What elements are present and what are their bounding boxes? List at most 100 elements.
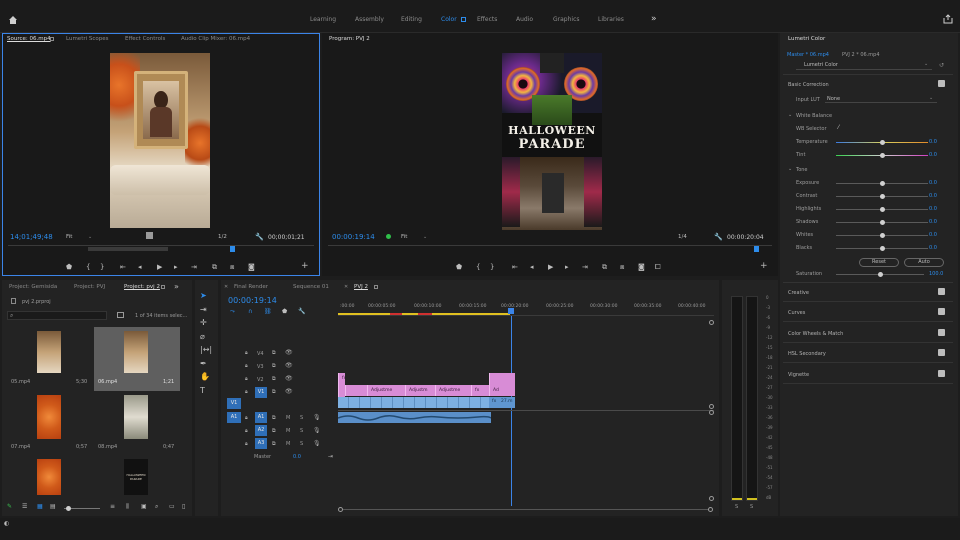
source-patch-a1[interactable]: A1 [227, 412, 241, 423]
timeline-ruler[interactable]: :00:00 00:00:05:00 00:00:10:00 00:00:15:… [338, 298, 714, 316]
lock-icon[interactable]: 🔒︎ [245, 389, 248, 395]
exposure-value[interactable]: 0.0 [929, 180, 937, 186]
basic-correction-heading[interactable]: Basic Correction [788, 82, 829, 88]
folder-icon[interactable]: ▭ [169, 503, 175, 510]
timeline-playhead-head[interactable] [508, 308, 514, 314]
program-playhead[interactable] [754, 246, 759, 252]
temperature-knob[interactable] [879, 140, 885, 145]
comparison-icon[interactable]: ⧠ [655, 263, 661, 272]
mute-button[interactable]: M [286, 415, 290, 421]
go-to-in-icon[interactable]: ⇤ [512, 263, 518, 271]
color-wheels-checkbox[interactable] [938, 329, 945, 336]
workspace-graphics[interactable]: Graphics [553, 16, 580, 23]
tab-menu-icon[interactable] [161, 285, 165, 289]
lock-icon[interactable]: 🔒︎ [245, 428, 248, 434]
exposure-knob[interactable] [879, 181, 885, 186]
tab-menu-icon[interactable] [50, 37, 54, 41]
workspace-color[interactable]: Color [441, 16, 457, 23]
saturation-value[interactable]: 100.0 [929, 271, 943, 277]
lock-icon[interactable]: 🔒︎ [245, 350, 248, 356]
timeline-playhead[interactable] [511, 316, 512, 506]
program-time-ruler[interactable] [328, 245, 772, 255]
play-icon[interactable]: ▶ [548, 263, 553, 271]
close-icon[interactable]: ✕ [344, 284, 348, 290]
go-to-end-icon[interactable]: ⇥ [328, 453, 333, 460]
highlights-value[interactable]: 0.0 [929, 206, 937, 212]
share-icon[interactable] [943, 14, 953, 24]
tab-project-pvj2[interactable]: Project: pvj 2 [124, 284, 160, 290]
workspace-libraries[interactable]: Libraries [598, 16, 624, 23]
temperature-value[interactable]: 0.0 [929, 139, 937, 145]
razor-tool-icon[interactable]: ⌀ [200, 330, 214, 344]
more-tabs-icon[interactable]: » [174, 282, 179, 291]
auto-button[interactable]: Auto [904, 258, 944, 267]
track-target-v1[interactable]: V1 [255, 387, 267, 398]
go-to-out-icon[interactable]: ⇥ [582, 263, 588, 271]
overwrite-icon[interactable]: ⧈ [230, 263, 234, 272]
project-item-07[interactable]: 07.mp4 0;57 [7, 393, 93, 455]
chevron-down-icon[interactable]: ⌄ [88, 234, 92, 240]
lock-icon[interactable]: 🔒︎ [245, 441, 248, 447]
hand-tool-icon[interactable]: ✋ [200, 370, 214, 384]
slip-tool-icon[interactable]: |↔| [200, 343, 214, 357]
tint-slider[interactable] [836, 153, 928, 158]
wrench-icon[interactable]: 🔧 [714, 233, 723, 241]
color-wheels-heading[interactable]: Color Wheels & Match [788, 331, 843, 337]
mark-out-icon[interactable]: } [490, 263, 494, 271]
meter-solo-right[interactable]: S [750, 504, 753, 510]
type-tool-icon[interactable]: T [200, 384, 214, 398]
project-item-08[interactable]: 08.mp4 0;47 [94, 393, 180, 455]
whites-knob[interactable] [879, 233, 885, 238]
project-item-10[interactable]: HALLOWEEN PARADE [124, 459, 148, 495]
timeline-vertical-scrollbar[interactable] [709, 320, 715, 501]
pencil-icon[interactable]: ✎ [7, 503, 12, 510]
step-back-icon[interactable]: ◂ [138, 263, 142, 271]
insert-icon[interactable]: ⧉ [212, 263, 217, 272]
new-bin-icon[interactable] [117, 312, 124, 318]
tint-knob[interactable] [879, 153, 885, 158]
track-select-tool-icon[interactable]: ⇥ [200, 303, 214, 317]
add-marker-icon[interactable]: ⬟ [282, 308, 287, 315]
creative-heading[interactable]: Creative [788, 290, 809, 296]
lock-icon[interactable]: 🔒︎ [245, 376, 248, 382]
highlights-slider[interactable] [836, 207, 928, 212]
adjustment-clip[interactable]: Adjustme [367, 385, 405, 396]
close-icon[interactable]: ✕ [224, 284, 228, 290]
workspace-menu-icon[interactable] [461, 17, 466, 22]
shadows-slider[interactable] [836, 220, 928, 225]
curves-heading[interactable]: Curves [788, 310, 805, 316]
blacks-knob[interactable] [879, 246, 885, 251]
whites-slider[interactable] [836, 233, 928, 238]
add-marker-icon[interactable]: ⬟ [66, 263, 72, 271]
timeline-timecode[interactable]: 00:00:19:14 [228, 296, 277, 305]
tab-lumetri-color[interactable]: Lumetri Color [788, 36, 825, 42]
lumetri-effect-select[interactable]: Lumetri Color ⌄ [796, 61, 932, 70]
microphone-icon[interactable]: 🎙︎ [313, 440, 321, 447]
whites-value[interactable]: 0.0 [929, 232, 937, 238]
program-resolution-select[interactable]: 1/4 [678, 234, 687, 240]
contrast-value[interactable]: 0.0 [929, 193, 937, 199]
pen-tool-icon[interactable]: ✒ [200, 357, 214, 371]
lock-icon[interactable]: 🔒︎ [245, 415, 248, 421]
mute-button[interactable]: M [286, 428, 290, 434]
sync-lock-icon[interactable]: ⧉ [272, 350, 276, 356]
microphone-icon[interactable]: 🎙︎ [313, 414, 321, 421]
eyedropper-icon[interactable]: ⁄ [838, 124, 839, 131]
linked-selection-icon[interactable]: ⛓ [264, 308, 272, 315]
track-target-a1[interactable]: A1 [255, 412, 267, 423]
sync-lock-icon[interactable]: ⧉ [272, 441, 276, 447]
program-fit-select[interactable]: Fit [401, 234, 407, 240]
video-clip[interactable] [338, 397, 489, 408]
project-item-09[interactable] [37, 459, 61, 495]
mark-out-icon[interactable]: } [100, 263, 104, 271]
add-marker-icon[interactable]: ⬟ [456, 263, 462, 271]
reset-button[interactable]: Reset [859, 258, 899, 267]
sort-icon[interactable]: ≡ [110, 503, 115, 510]
workspace-audio[interactable]: Audio [516, 16, 533, 23]
step-forward-icon[interactable]: ▸ [174, 263, 178, 271]
list-view-icon[interactable]: ☰ [22, 503, 27, 510]
tab-final-render[interactable]: Final Render [234, 284, 268, 290]
adjustment-clip[interactable]: Adjustme [435, 385, 471, 396]
source-timecode[interactable]: 14;01;49;48 [10, 233, 53, 241]
contrast-slider[interactable] [836, 194, 928, 199]
